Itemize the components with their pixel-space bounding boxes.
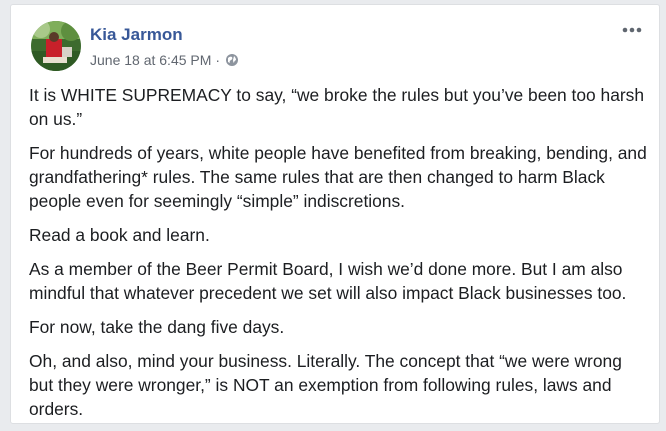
avatar-image	[31, 21, 81, 71]
author-avatar[interactable]	[31, 21, 81, 71]
post-timestamp[interactable]: June 18 at 6:45 PM	[90, 52, 211, 68]
post-paragraph: Oh, and also, mind your business. Litera…	[29, 351, 622, 419]
post-card: Kia Jarmon June 18 at 6:45 PM · It is WH…	[10, 4, 660, 424]
more-options-icon[interactable]	[621, 23, 643, 37]
post-body: It is WHITE SUPREMACY to say, “we broke …	[29, 83, 647, 431]
post-paragraph: It is WHITE SUPREMACY to say, “we broke …	[29, 85, 645, 129]
post-paragraph: For hundreds of years, white people have…	[29, 143, 647, 211]
globe-icon[interactable]	[225, 53, 239, 67]
post-paragraph: For now, take the dang five days.	[29, 317, 285, 337]
meta-separator: ·	[215, 52, 221, 68]
post-meta: June 18 at 6:45 PM ·	[90, 52, 239, 68]
author-name[interactable]: Kia Jarmon	[90, 25, 183, 45]
post-paragraph: Read a book and learn.	[29, 225, 210, 245]
post-paragraph: As a member of the Beer Permit Board, I …	[29, 259, 627, 303]
